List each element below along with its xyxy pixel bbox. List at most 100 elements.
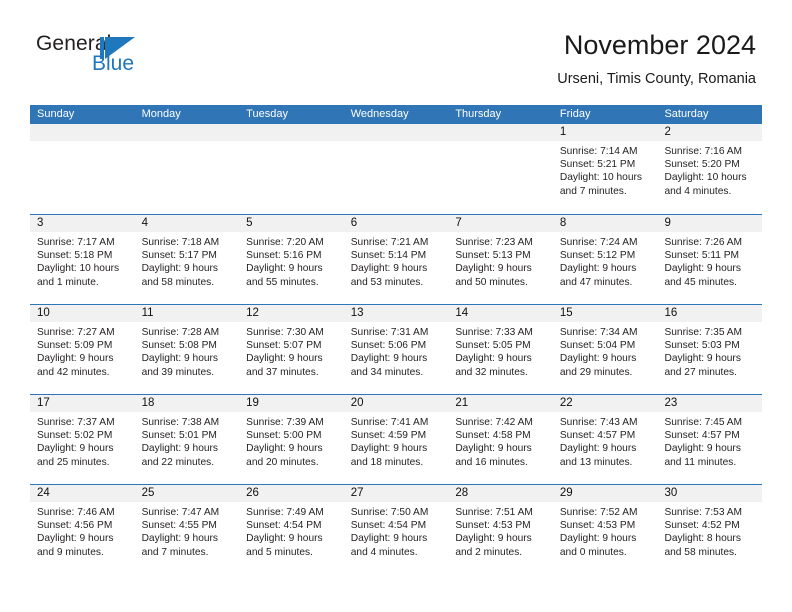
day-number-band: 6 xyxy=(343,215,449,232)
day-number-band: 19 xyxy=(239,395,344,412)
sunset-text: Sunset: 5:04 PM xyxy=(559,340,636,352)
calendar-day-cell[interactable]: 12 Sunrise: 7:30 AM Sunset: 5:07 PM Dayligh… xyxy=(239,305,344,394)
day-details: Sunrise: 7:35 AM Sunset: 5:03 PM Daylight:… xyxy=(657,322,762,379)
sunrise-text: Sunrise: 7:24 AM xyxy=(559,237,638,248)
daylight-text-line2: and 13 minutes. xyxy=(559,456,633,468)
day-number: 20 xyxy=(350,397,364,409)
brand-logo[interactable]: General Blue xyxy=(36,32,216,88)
sunrise-text: Sunrise: 7:34 AM xyxy=(559,327,638,338)
day-number: 6 xyxy=(350,217,358,229)
weekday-header-friday: Friday xyxy=(559,108,591,120)
calendar-day-cell[interactable]: 15 Sunrise: 7:34 AM Sunset: 5:04 PM Dayligh… xyxy=(552,305,658,394)
calendar-day-cell[interactable]: 10 Sunrise: 7:27 AM Sunset: 5:09 PM Dayligh… xyxy=(30,305,135,394)
calendar-day-cell-empty xyxy=(134,124,240,214)
calendar-day-cell[interactable]: 8 Sunrise: 7:24 AM Sunset: 5:12 PM Daylight… xyxy=(552,215,658,304)
calendar-day-cell[interactable]: 28 Sunrise: 7:51 AM Sunset: 4:53 PM Dayligh… xyxy=(448,485,553,574)
sunrise-text: Sunrise: 7:23 AM xyxy=(455,237,533,248)
daylight-text-line1: Daylight: 9 hours xyxy=(141,353,219,365)
sunset-text: Sunset: 4:52 PM xyxy=(664,520,740,532)
calendar-day-cell-empty xyxy=(448,124,553,214)
sunset-text: Sunset: 5:11 PM xyxy=(664,250,740,262)
calendar-day-cell[interactable]: 5 Sunrise: 7:20 AM Sunset: 5:16 PM Daylight… xyxy=(239,215,344,304)
sunrise-text: Sunrise: 7:43 AM xyxy=(559,417,638,428)
day-details: Sunrise: 7:50 AM Sunset: 4:54 PM Daylight:… xyxy=(344,502,449,559)
day-number: 13 xyxy=(350,307,364,319)
weekday-header-row: Sunday Monday Tuesday Wednesday Thursday… xyxy=(30,105,762,124)
day-number: 9 xyxy=(664,217,671,229)
daylight-text-line1: Daylight: 9 hours xyxy=(664,263,741,275)
calendar-day-cell[interactable]: 4 Sunrise: 7:18 AM Sunset: 5:17 PM Daylight… xyxy=(134,215,240,304)
sunrise-text: Sunrise: 7:38 AM xyxy=(141,417,220,428)
calendar-day-cell[interactable]: 22 Sunrise: 7:43 AM Sunset: 4:57 PM Dayligh… xyxy=(552,395,658,484)
daylight-text-line1: Daylight: 9 hours xyxy=(455,533,532,545)
daylight-text-line2: and 4 minutes. xyxy=(350,546,418,558)
daylight-text-line2: and 55 minutes. xyxy=(246,276,319,288)
calendar-day-cell-empty xyxy=(239,124,344,214)
sunset-text: Sunset: 4:59 PM xyxy=(350,430,427,442)
calendar-day-cell[interactable]: 27 Sunrise: 7:50 AM Sunset: 4:54 PM Dayligh… xyxy=(343,485,449,574)
daylight-text-line2: and 58 minutes. xyxy=(141,276,215,288)
day-details: Sunrise: 7:14 AM Sunset: 5:21 PM Daylight:… xyxy=(553,141,658,198)
daylight-text-line2: and 42 minutes. xyxy=(37,366,110,378)
calendar-day-cell[interactable]: 3 Sunrise: 7:17 AM Sunset: 5:18 PM Daylight… xyxy=(30,215,135,304)
calendar-day-cell[interactable]: 13 Sunrise: 7:31 AM Sunset: 5:06 PM Dayligh… xyxy=(343,305,449,394)
calendar-day-cell[interactable]: 11 Sunrise: 7:28 AM Sunset: 5:08 PM Dayligh… xyxy=(134,305,240,394)
daylight-text-line1: Daylight: 9 hours xyxy=(350,353,428,365)
day-number-band: 1 xyxy=(552,124,658,141)
day-number: 29 xyxy=(559,487,573,499)
day-number-band: 15 xyxy=(552,305,658,322)
calendar-day-cell[interactable]: 17 Sunrise: 7:37 AM Sunset: 5:02 PM Dayligh… xyxy=(30,395,135,484)
calendar-day-cell[interactable]: 24 Sunrise: 7:46 AM Sunset: 4:56 PM Dayligh… xyxy=(30,485,135,574)
calendar-day-cell[interactable]: 14 Sunrise: 7:33 AM Sunset: 5:05 PM Dayligh… xyxy=(448,305,553,394)
daylight-text-line1: Daylight: 10 hours xyxy=(664,172,747,184)
day-number-band: 5 xyxy=(239,215,344,232)
calendar-day-cell[interactable]: 9 Sunrise: 7:26 AM Sunset: 5:11 PM Daylight… xyxy=(657,215,763,304)
calendar-day-cell[interactable]: 20 Sunrise: 7:41 AM Sunset: 4:59 PM Dayligh… xyxy=(343,395,449,484)
day-details: Sunrise: 7:17 AM Sunset: 5:18 PM Daylight:… xyxy=(30,232,135,289)
daylight-text-line2: and 39 minutes. xyxy=(141,366,215,378)
day-number: 10 xyxy=(37,307,50,319)
day-number: 23 xyxy=(664,397,678,409)
calendar-week-row: 3 Sunrise: 7:17 AM Sunset: 5:18 PM Daylight… xyxy=(30,214,763,304)
day-number-band: 12 xyxy=(239,305,344,322)
daylight-text-line1: Daylight: 10 hours xyxy=(37,263,120,275)
calendar-day-cell[interactable]: 19 Sunrise: 7:39 AM Sunset: 5:00 PM Dayligh… xyxy=(239,395,344,484)
calendar-day-cell[interactable]: 1 Sunrise: 7:14 AM Sunset: 5:21 PM Daylight… xyxy=(552,124,658,214)
page-header: General Blue November 2024 Urseni, Timis… xyxy=(36,28,756,98)
daylight-text-line2: and 22 minutes. xyxy=(141,456,215,468)
weekday-header-saturday: Saturday xyxy=(664,108,709,120)
calendar-day-cell[interactable]: 7 Sunrise: 7:23 AM Sunset: 5:13 PM Daylight… xyxy=(448,215,553,304)
day-number-band: 11 xyxy=(134,305,240,322)
sunrise-text: Sunrise: 7:39 AM xyxy=(246,417,324,428)
day-number: 17 xyxy=(37,397,50,409)
calendar-day-cell[interactable]: 16 Sunrise: 7:35 AM Sunset: 5:03 PM Dayligh… xyxy=(657,305,763,394)
day-number-band: 20 xyxy=(343,395,449,412)
calendar-day-cell[interactable]: 26 Sunrise: 7:49 AM Sunset: 4:54 PM Dayligh… xyxy=(239,485,344,574)
sunset-text: Sunset: 5:02 PM xyxy=(37,430,113,442)
calendar-day-cell[interactable]: 29 Sunrise: 7:52 AM Sunset: 4:53 PM Dayligh… xyxy=(552,485,658,574)
daylight-text-line1: Daylight: 9 hours xyxy=(37,533,114,545)
calendar-day-cell[interactable]: 21 Sunrise: 7:42 AM Sunset: 4:58 PM Dayligh… xyxy=(448,395,553,484)
calendar-day-cell[interactable]: 25 Sunrise: 7:47 AM Sunset: 4:55 PM Dayligh… xyxy=(134,485,240,574)
daylight-text-line1: Daylight: 9 hours xyxy=(664,353,741,365)
calendar-day-cell[interactable]: 2 Sunrise: 7:16 AM Sunset: 5:20 PM Daylight… xyxy=(657,124,763,214)
sunrise-text: Sunrise: 7:18 AM xyxy=(141,237,220,248)
sunrise-text: Sunrise: 7:42 AM xyxy=(455,417,533,428)
day-details: Sunrise: 7:27 AM Sunset: 5:09 PM Daylight:… xyxy=(30,322,135,379)
calendar-day-cell[interactable]: 23 Sunrise: 7:45 AM Sunset: 4:57 PM Dayligh… xyxy=(657,395,763,484)
daylight-text-line2: and 37 minutes. xyxy=(246,366,319,378)
daylight-text-line1: Daylight: 9 hours xyxy=(559,353,637,365)
calendar-day-cell[interactable]: 6 Sunrise: 7:21 AM Sunset: 5:14 PM Daylight… xyxy=(343,215,449,304)
day-number: 1 xyxy=(559,126,567,138)
daylight-text-line2: and 16 minutes. xyxy=(455,456,528,468)
day-details: Sunrise: 7:20 AM Sunset: 5:16 PM Daylight:… xyxy=(239,232,344,289)
calendar-day-cell[interactable]: 18 Sunrise: 7:38 AM Sunset: 5:01 PM Dayligh… xyxy=(134,395,240,484)
day-number-band: 28 xyxy=(448,485,553,502)
calendar-day-cell[interactable]: 30 Sunrise: 7:53 AM Sunset: 4:52 PM Dayligh… xyxy=(657,485,763,574)
day-number: 28 xyxy=(455,487,469,499)
sunrise-text: Sunrise: 7:51 AM xyxy=(455,507,533,518)
sunset-text: Sunset: 5:05 PM xyxy=(455,340,531,352)
day-number-band xyxy=(239,124,344,141)
sunset-text: Sunset: 4:55 PM xyxy=(141,520,217,532)
day-number-band xyxy=(30,124,135,141)
